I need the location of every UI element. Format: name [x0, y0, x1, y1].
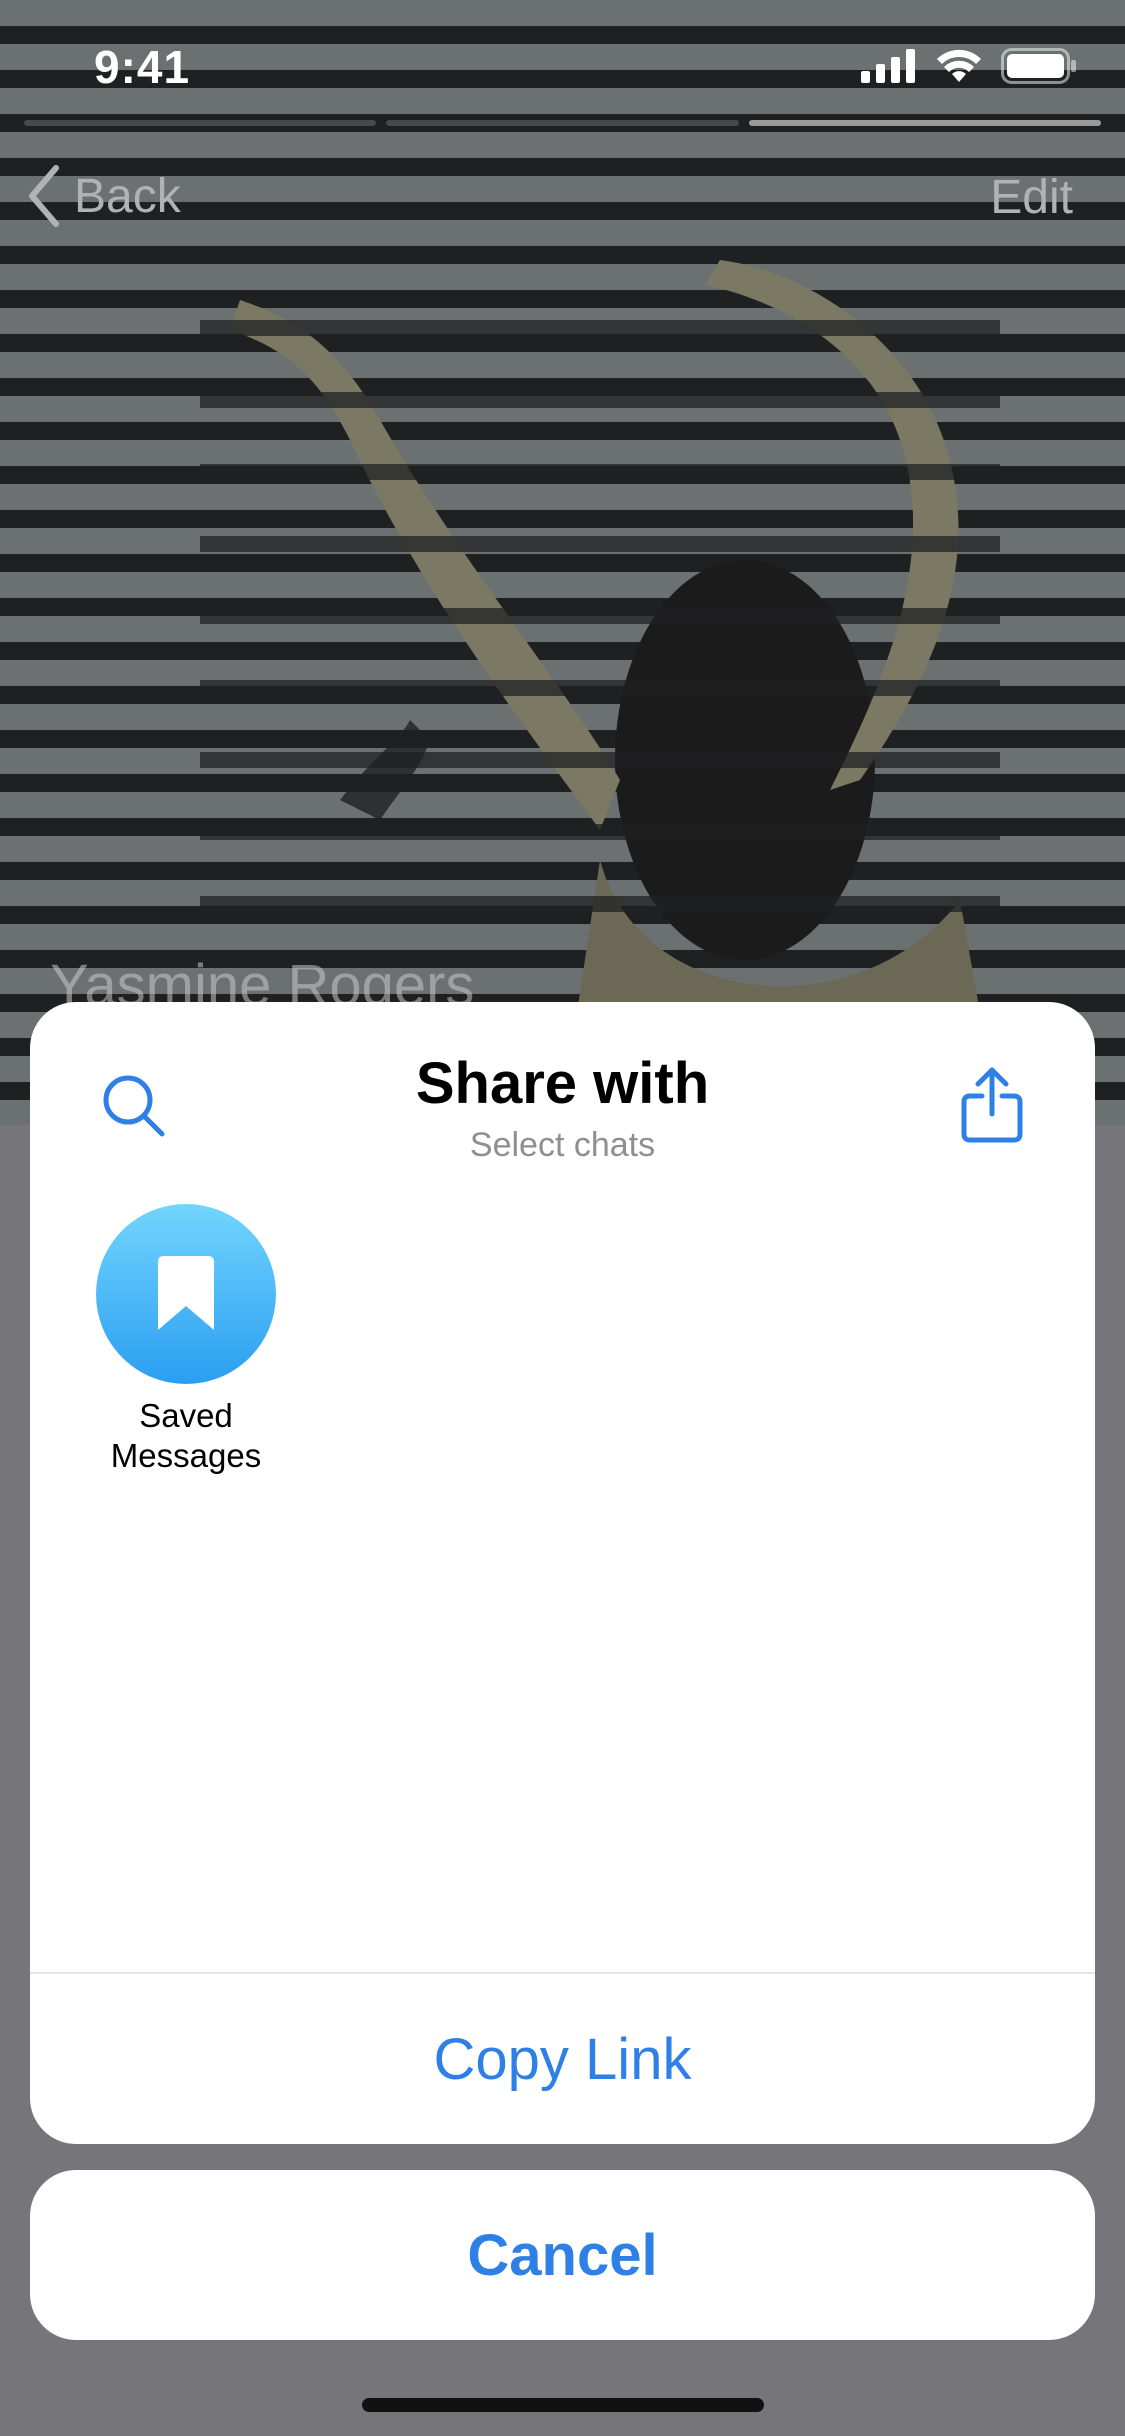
status-bar: 9:41 — [0, 0, 1125, 132]
back-button[interactable]: Back — [24, 164, 181, 228]
edit-button[interactable]: Edit — [990, 170, 1073, 225]
share-icon[interactable] — [960, 1064, 1024, 1144]
cellular-signal-icon — [861, 49, 915, 83]
sheet-subtitle: Select chats — [469, 1126, 656, 1164]
chat-item-label-text: Saved Messages — [110, 1397, 262, 1474]
chevron-left-icon — [29, 165, 59, 227]
battery-icon — [1001, 48, 1076, 84]
share-sheet: Share with Select chats Saved Messages C… — [30, 1002, 1095, 2144]
chat-item-saved-messages[interactable]: Saved Messages — [86, 1204, 286, 1476]
status-icons — [861, 48, 1077, 84]
home-indicator — [362, 2398, 764, 2412]
status-time: 9:41 — [94, 41, 191, 93]
avatar — [96, 1204, 276, 1384]
wifi-icon — [937, 49, 981, 82]
progress-segment-active — [748, 120, 1101, 126]
bookmark-icon — [158, 1256, 214, 1330]
story-progress — [24, 120, 1101, 126]
progress-segment — [24, 120, 377, 126]
back-label: Back — [74, 169, 181, 223]
sheet-title: Share with — [415, 1051, 710, 1116]
copy-link-button[interactable]: Copy Link — [30, 1974, 1095, 2144]
cancel-button[interactable]: Cancel — [30, 2170, 1095, 2340]
chat-item-label: Saved Messages — [86, 1396, 286, 1476]
progress-segment — [386, 120, 739, 126]
